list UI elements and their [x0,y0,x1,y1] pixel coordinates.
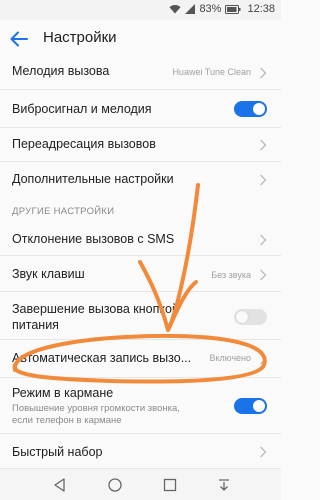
setting-keypad-sound[interactable]: Звук клавиш Без звука [0,256,281,292]
setting-label: Быстрый набор [12,445,103,459]
setting-sms-decline[interactable]: Отклонение вызовов с SMS [0,222,281,256]
square-recents-icon [162,477,178,493]
nav-notifications-button[interactable] [216,477,232,493]
circle-home-icon [107,477,123,493]
setting-forwarding[interactable]: Переадресация вызовов [0,128,281,162]
chevron-right-icon [259,353,267,365]
battery-percent: 83% [199,3,222,15]
chevron-right-icon [259,174,267,186]
setting-value: Включено [209,353,251,363]
status-bar: 83% 12:38 [0,0,281,20]
setting-power-end-call[interactable]: Завершение вызова кнопкой питания [0,292,281,340]
setting-value: Без звука [211,270,251,280]
page-title: Настройки [43,29,117,46]
setting-description-line1: Повышение уровня громкости звонка, [12,403,180,414]
setting-label: Режим в кармане [12,386,114,400]
setting-additional[interactable]: Дополнительные настройки [0,162,281,196]
chevron-right-icon [259,67,267,79]
vibrate-ring-toggle[interactable] [234,101,267,117]
signal-icon [185,4,196,14]
chevron-right-icon [259,446,267,458]
back-button[interactable] [8,28,30,50]
setting-label: Звук клавиш [12,267,85,281]
setting-auto-record[interactable]: Автоматическая запись вызо... Включено [0,340,281,378]
setting-label: Переадресация вызовов [12,137,156,151]
navigation-bar [0,468,281,500]
pocket-mode-toggle[interactable] [234,398,267,414]
setting-label: Автоматическая запись вызо... [12,351,192,365]
setting-ringtone[interactable]: Мелодия вызова Huawei Tune Clean [0,58,281,90]
clock: 12:38 [247,3,275,15]
battery-icon [225,4,241,14]
setting-pocket-mode[interactable]: Режим в кармане Повышение уровня громкос… [0,378,281,434]
triangle-back-icon [52,477,68,493]
wifi-icon [169,4,181,14]
setting-label: Вибросигнал и мелодия [12,102,152,116]
setting-label-line1: Завершение вызова кнопкой [12,302,179,316]
app-bar: Настройки [0,20,281,58]
setting-label: Мелодия вызова [12,64,110,78]
pull-down-icon [216,477,232,493]
setting-speed-dial[interactable]: Быстрый набор [0,434,281,468]
nav-back-button[interactable] [52,477,68,493]
power-end-call-toggle[interactable] [234,309,267,325]
nav-home-button[interactable] [107,477,123,493]
chevron-right-icon [259,234,267,246]
setting-value: Huawei Tune Clean [172,67,251,77]
setting-vibrate-ring[interactable]: Вибросигнал и мелодия [0,90,281,128]
setting-label-line2: питания [12,318,59,332]
nav-recents-button[interactable] [162,477,178,493]
arrow-left-icon [8,31,30,54]
section-header-other: ДРУГИЕ НАСТРОЙКИ [12,206,115,217]
setting-label: Дополнительные настройки [12,172,174,186]
setting-label: Отклонение вызовов с SMS [12,232,175,246]
chevron-right-icon [259,139,267,151]
chevron-right-icon [259,269,267,281]
setting-description-line2: если телефон в кармане [12,415,122,426]
